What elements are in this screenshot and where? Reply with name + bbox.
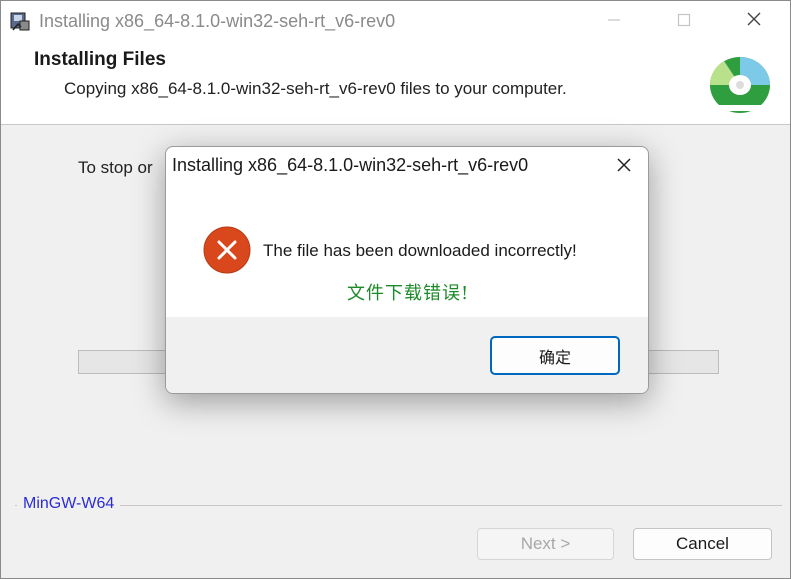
next-button[interactable]: Next > [477, 528, 614, 560]
maximize-button[interactable] [661, 1, 707, 41]
brand-divider [15, 505, 782, 506]
dialog-close-button[interactable] [600, 147, 648, 185]
close-button[interactable] [731, 1, 777, 41]
error-message-chinese: 文件下载错误! [347, 283, 470, 304]
maximize-icon [677, 11, 691, 32]
minimize-icon [607, 11, 621, 32]
dialog-title: Installing x86_64-8.1.0-win32-seh-rt_v6-… [172, 155, 529, 175]
page-title: Installing Files [34, 49, 166, 70]
cd-disc-icon [704, 55, 772, 119]
title-bar: Installing x86_64-8.1.0-win32-seh-rt_v6-… [1, 1, 790, 43]
close-icon [616, 153, 632, 179]
page-subtitle: Copying x86_64-8.1.0-win32-seh-rt_v6-rev… [64, 79, 567, 98]
error-dialog: Installing x86_64-8.1.0-win32-seh-rt_v6-… [165, 146, 649, 394]
error-icon [203, 226, 251, 274]
dialog-footer: 确定 [166, 317, 648, 393]
header-panel: Installing Files Copying x86_64-8.1.0-wi… [1, 43, 790, 125]
window-title: Installing x86_64-8.1.0-win32-seh-rt_v6-… [39, 11, 396, 31]
minimize-button[interactable] [591, 1, 637, 41]
close-icon [746, 11, 762, 32]
stop-instruction-text: To stop or [78, 158, 153, 177]
ok-button[interactable]: 确定 [490, 336, 620, 375]
error-message: The file has been downloaded incorrectly… [263, 241, 577, 260]
brand-label: MinGW-W64 [17, 495, 121, 513]
cancel-button[interactable]: Cancel [633, 528, 772, 560]
installer-app-icon [9, 10, 31, 32]
